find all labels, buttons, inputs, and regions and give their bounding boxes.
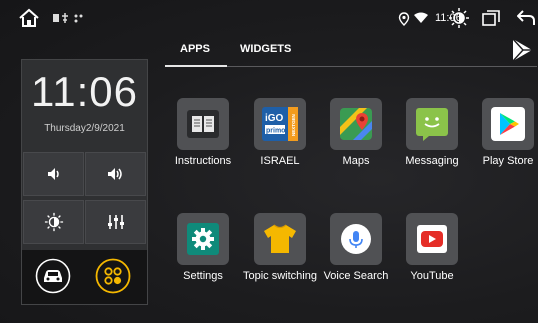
status-bar: 11:06 <box>0 0 538 36</box>
settings-gear-icon <box>177 213 229 265</box>
app-label: Instructions <box>174 155 232 167</box>
clock-display: 11:06 <box>31 68 138 115</box>
app-label: Settings <box>183 270 223 282</box>
panel-bottom-bar <box>22 250 147 304</box>
car-icon <box>35 258 71 294</box>
app-play-store[interactable]: Play Store <box>470 98 538 167</box>
igo-text: iGO <box>265 113 284 124</box>
app-israel[interactable]: iGO primo NEXTGEN ISRAEL <box>242 98 318 167</box>
brightness-button[interactable] <box>23 200 84 244</box>
play-store-shortcut-icon[interactable] <box>509 37 535 63</box>
home-screen: 11:06 11:06 Thursday2/9/2021 APPS WIDGET… <box>0 0 538 323</box>
app-label: Voice Search <box>323 270 389 282</box>
recent-apps-icon[interactable] <box>482 10 500 26</box>
usb-bluetooth-icons <box>52 11 86 25</box>
wifi-icon <box>414 12 428 24</box>
youtube-icon <box>406 213 458 265</box>
equalizer-icon <box>107 215 124 229</box>
tab-apps[interactable]: APPS <box>180 43 210 59</box>
app-maps[interactable]: Maps <box>318 98 394 167</box>
volume-up-icon <box>107 168 122 180</box>
app-voice-search[interactable]: Voice Search <box>318 213 394 282</box>
app-settings[interactable]: Settings <box>165 213 241 282</box>
app-label: Maps <box>342 155 370 167</box>
microphone-icon <box>330 213 382 265</box>
volume-down-button[interactable] <box>23 152 84 196</box>
apps-button[interactable] <box>95 258 131 294</box>
volume-up-button[interactable] <box>85 152 146 196</box>
app-label: ISRAEL <box>260 155 300 167</box>
volume-down-icon <box>47 168 59 180</box>
messaging-icon <box>406 98 458 150</box>
play-store-icon <box>482 98 534 150</box>
tab-active-indicator <box>165 65 227 67</box>
back-icon[interactable] <box>517 9 535 26</box>
app-label: YouTube <box>410 270 454 282</box>
home-icon[interactable] <box>18 8 40 28</box>
app-label: Messaging <box>405 155 459 167</box>
app-instructions[interactable]: Instructions <box>165 98 241 167</box>
car-button[interactable] <box>35 258 71 294</box>
apps-icon <box>95 258 131 294</box>
maps-icon <box>330 98 382 150</box>
app-label: Play Store <box>482 155 534 167</box>
app-label: Topic switching <box>243 270 317 282</box>
nextgen-text: NEXTGEN <box>291 114 296 136</box>
location-icon <box>398 12 410 26</box>
app-topic-switching[interactable]: Topic switching <box>242 213 318 282</box>
brightness-icon <box>44 212 63 232</box>
manual-book-icon <box>177 98 229 150</box>
equalizer-button[interactable] <box>85 200 146 244</box>
tab-widgets[interactable]: WIDGETS <box>240 43 291 59</box>
tshirt-icon <box>254 213 306 265</box>
app-messaging[interactable]: Messaging <box>394 98 470 167</box>
clock-widget-panel: 11:06 Thursday2/9/2021 <box>21 59 148 305</box>
igo-primo-icon: iGO primo NEXTGEN <box>254 98 306 150</box>
app-youtube[interactable]: YouTube <box>394 213 470 282</box>
primo-text: primo <box>266 128 285 135</box>
brightness-icon[interactable] <box>448 7 470 29</box>
date-display: Thursday2/9/2021 <box>44 123 125 134</box>
